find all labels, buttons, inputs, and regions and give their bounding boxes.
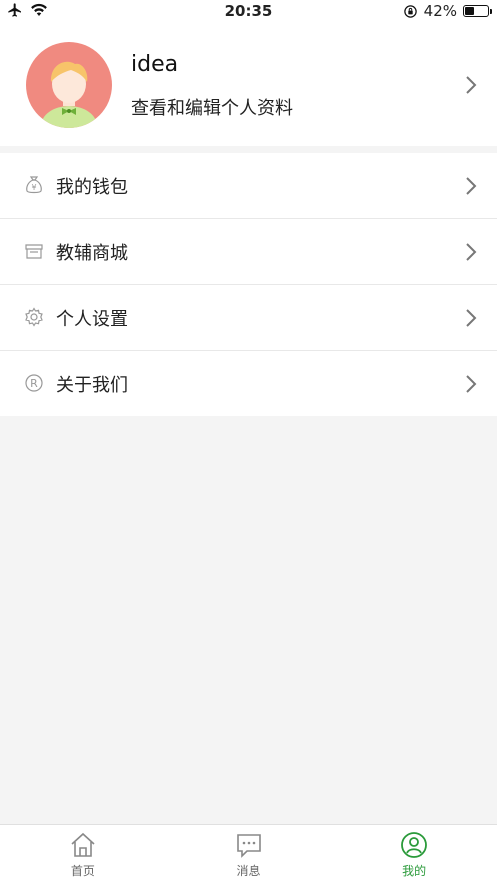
menu-item-settings[interactable]: 个人设置 — [0, 285, 497, 351]
menu-item-wallet[interactable]: ¥ 我的钱包 — [0, 153, 497, 219]
profile-name: idea — [131, 52, 179, 77]
tab-label: 消息 — [236, 864, 261, 878]
battery-percent: 42% — [423, 2, 457, 20]
svg-text:¥: ¥ — [31, 183, 36, 192]
menu-label: 个人设置 — [56, 309, 128, 330]
tab-bar: 首页 消息 我的 — [0, 824, 497, 883]
menu-label: 教辅商城 — [56, 243, 128, 264]
tab-messages[interactable]: 消息 — [166, 825, 332, 883]
orientation-lock-icon — [403, 4, 417, 18]
gear-icon — [25, 307, 43, 327]
chevron-right-icon — [466, 375, 477, 393]
avatar[interactable] — [26, 42, 112, 128]
menu-label: 我的钱包 — [56, 177, 128, 198]
profile-subtitle: 查看和编辑个人资料 — [131, 98, 293, 119]
battery-icon — [463, 5, 492, 17]
message-icon — [236, 834, 261, 858]
chevron-right-icon — [466, 177, 477, 195]
menu-item-store[interactable]: 教辅商城 — [0, 219, 497, 285]
status-right: 42% — [403, 2, 492, 20]
wallet-bag-icon: ¥ — [26, 176, 42, 194]
status-bar: 20:35 42% — [0, 0, 497, 24]
menu-label: 关于我们 — [56, 375, 128, 396]
store-icon — [25, 244, 43, 259]
chevron-right-icon — [466, 309, 477, 327]
profile-header[interactable]: idea 查看和编辑个人资料 — [0, 24, 497, 146]
registered-icon: R — [25, 374, 43, 392]
tab-home[interactable]: 首页 — [0, 825, 166, 883]
battery-fill — [465, 7, 474, 15]
tab-me[interactable]: 我的 — [331, 825, 497, 883]
home-icon — [71, 832, 95, 857]
chevron-right-icon — [466, 243, 477, 261]
menu-list: ¥ 我的钱包 教辅商城 个人设置 R 关于我们 — [0, 153, 497, 416]
user-icon — [401, 832, 428, 858]
menu-item-about[interactable]: R 关于我们 — [0, 351, 497, 416]
tab-label: 我的 — [402, 864, 427, 878]
svg-text:R: R — [30, 377, 38, 390]
tab-label: 首页 — [70, 864, 95, 878]
chevron-right-icon — [466, 76, 477, 94]
